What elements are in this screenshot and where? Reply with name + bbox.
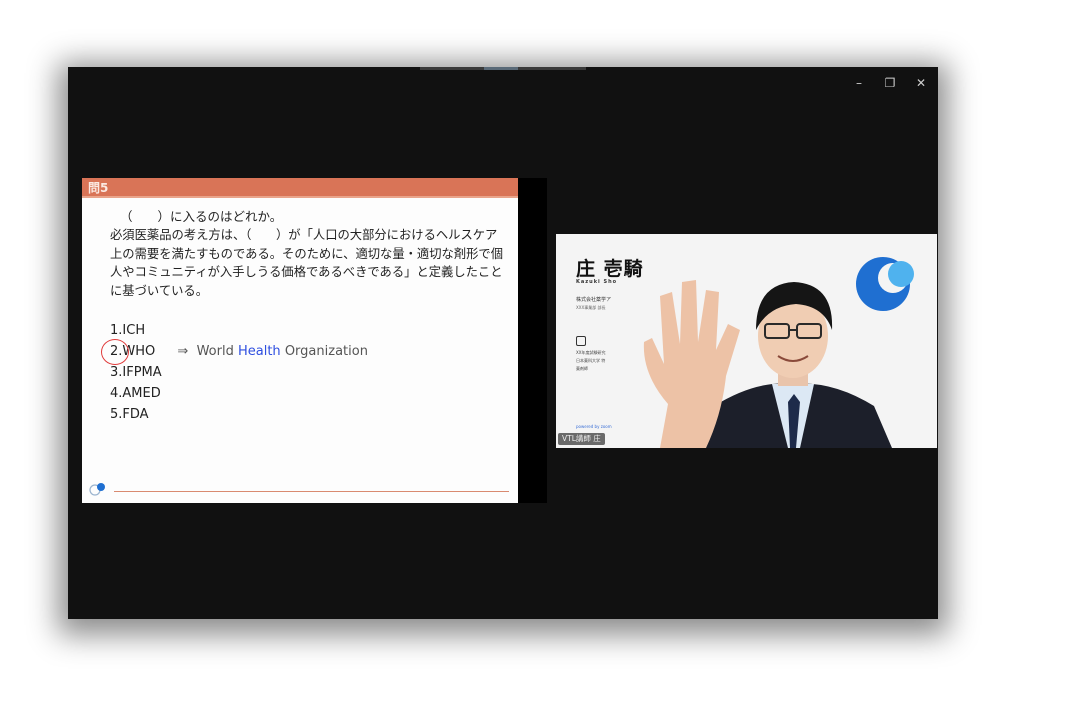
option-5: 5.FDA — [110, 404, 368, 425]
option-label: 3.IFPMA — [110, 365, 162, 380]
minimize-icon[interactable]: – — [850, 74, 868, 92]
participant-video[interactable]: 庄 壱騎 Kazuki Sho 株式会社薬学ア XXX事業部 部長 XX年度試験… — [556, 234, 937, 448]
annotation-word-health: Health — [237, 344, 281, 359]
slide-footer-divider — [114, 491, 509, 492]
top-bar-indicator-active — [484, 67, 518, 70]
participant-name-tag: VTL講師 庄 — [558, 433, 605, 445]
close-icon[interactable]: ✕ — [912, 74, 930, 92]
option-4: 4.AMED — [110, 383, 368, 404]
option-label: 5.FDA — [110, 407, 149, 422]
answer-annotation: ⇒ World Health Organization — [177, 344, 368, 359]
business-card-role: XXX事業部 部長 — [576, 305, 606, 310]
annotation-arrow: ⇒ — [177, 344, 189, 359]
annotation-word-organization: Organization — [284, 344, 368, 359]
meeting-window: – ❐ ✕ 問5 （ ）に入るのはどれか。 必須医薬品の考え方は、（ ）が「人口… — [68, 67, 938, 619]
slide-header: 問5 — [82, 178, 518, 198]
question-line: （ ）に入るのはどれか。 — [120, 209, 283, 224]
shared-screen: 問5 （ ）に入るのはどれか。 必須医薬品の考え方は、（ ）が「人口の大部分にお… — [82, 178, 547, 503]
option-label: 4.AMED — [110, 386, 161, 401]
card-line: 薬剤師 — [576, 366, 588, 371]
question-body: 必須医薬品の考え方は、（ ）が「人口の大部分におけるヘルスケア上の需要を満たすも… — [110, 228, 504, 298]
answer-options: 1.ICH 2.WHO ⇒ World Health Organization … — [101, 320, 368, 425]
card-line: 日本薬科大学 特 — [576, 358, 606, 363]
top-bar-indicator — [420, 67, 586, 70]
option-label: 1.ICH — [110, 323, 146, 338]
annotation-word-world: World — [196, 344, 234, 359]
slide-header-title: 問5 — [88, 181, 109, 195]
business-card-name: 庄 壱騎 — [576, 258, 644, 280]
card-contact-icon — [576, 336, 586, 346]
card-footer-mark: powered by zoom — [576, 424, 612, 429]
presentation-slide: 問5 （ ）に入るのはどれか。 必須医薬品の考え方は、（ ）が「人口の大部分にお… — [82, 178, 518, 503]
slide-logo-icon — [89, 483, 105, 496]
option-1: 1.ICH — [110, 320, 368, 341]
business-card-company: 株式会社薬学ア — [576, 297, 612, 303]
option-3: 3.IFPMA — [110, 362, 368, 383]
option-2: 2.WHO ⇒ World Health Organization — [101, 339, 368, 365]
restore-icon[interactable]: ❐ — [881, 74, 899, 92]
business-card-romaji: Kazuki Sho — [576, 279, 618, 285]
card-line: XX年度試験研究 — [576, 350, 606, 355]
